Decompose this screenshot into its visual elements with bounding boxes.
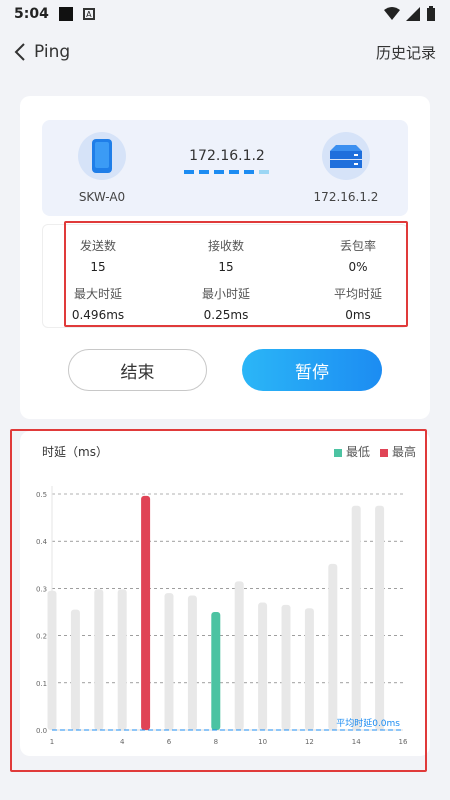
- target-ip-top: 172.16.1.2: [189, 148, 265, 164]
- source-name: SKW-A0: [78, 190, 126, 204]
- wifi-icon: [384, 7, 400, 20]
- device-panel: SKW-A0 172.16.1.2 172.16.1.2: [42, 120, 408, 216]
- connection-dashes: [184, 170, 269, 174]
- server-icon: [330, 145, 362, 168]
- back-button[interactable]: Ping: [14, 42, 70, 62]
- app-badge-icon: A: [82, 8, 95, 20]
- signal-icon: [406, 7, 420, 21]
- status-bar: 5:04 A: [0, 0, 450, 28]
- source-device: [78, 132, 126, 180]
- chevron-left-icon: [14, 43, 25, 61]
- status-time: 5:04: [14, 6, 49, 22]
- end-button[interactable]: 结束: [68, 349, 207, 391]
- header: Ping 历史记录: [0, 32, 450, 72]
- target-ip-bottom: 172.16.1.2: [313, 190, 379, 204]
- history-button[interactable]: 历史记录: [376, 42, 436, 63]
- highlight-chart: [10, 429, 427, 772]
- notification-icon: [58, 7, 73, 21]
- phone-icon: [92, 139, 112, 173]
- pause-button[interactable]: 暂停: [242, 349, 382, 391]
- page-title: Ping: [34, 42, 71, 62]
- battery-icon: [427, 6, 435, 21]
- target-device: [322, 132, 370, 180]
- highlight-stats: [64, 221, 408, 327]
